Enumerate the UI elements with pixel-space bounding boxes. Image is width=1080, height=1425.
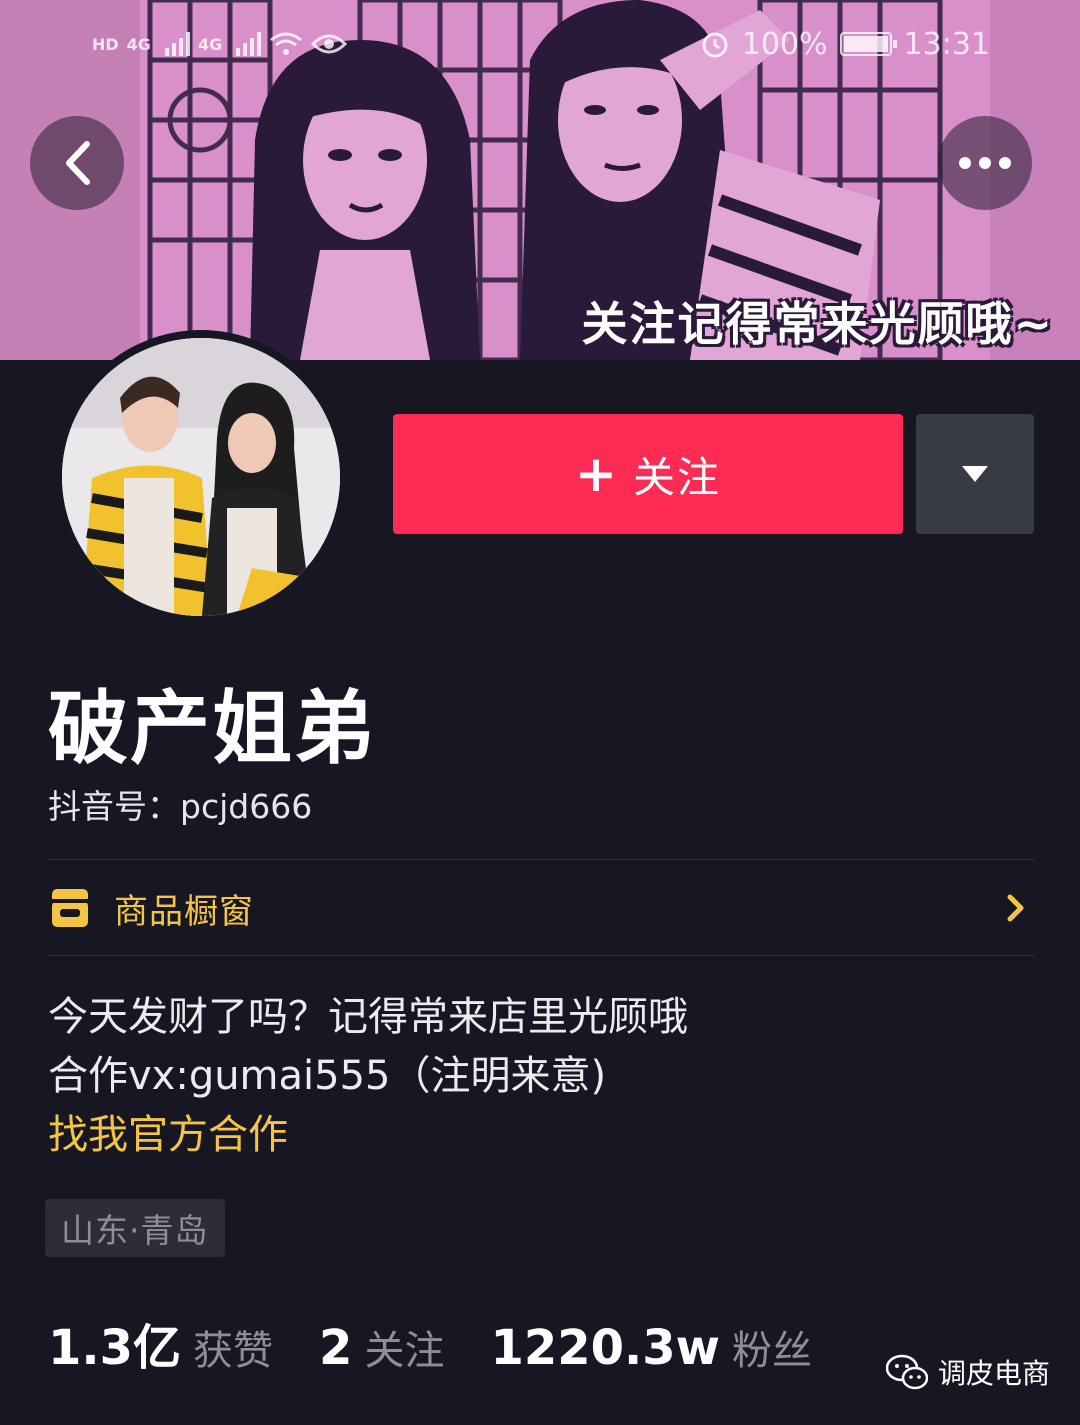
clock: 13:31 — [903, 26, 990, 62]
shop-window-row[interactable]: 商品橱窗 — [48, 860, 1034, 956]
divider-bottom — [48, 955, 1034, 956]
net1-indicator: 4G — [126, 34, 151, 54]
stat-value: 2 — [319, 1320, 353, 1376]
wechat-icon — [886, 1354, 928, 1390]
watermark: 调皮电商 — [886, 1352, 1050, 1392]
stat-label: 粉丝 — [732, 1328, 813, 1374]
stat-value: 1220.3w — [490, 1320, 721, 1376]
wifi-icon — [270, 32, 303, 55]
status-bar: HD 4G 4G 100% 13:31 — [0, 18, 1080, 70]
cover-banner: HD 4G 4G 100% 13:31 关注记得常来光顾哦~ — [0, 0, 1080, 360]
status-left: HD 4G 4G — [92, 31, 348, 57]
dropdown-triangle-icon — [962, 466, 988, 482]
stat-followers[interactable]: 1220.3w 粉丝 — [490, 1318, 812, 1376]
shop-icon — [48, 889, 92, 927]
follow-label: 关注 — [632, 452, 721, 502]
stat-label: 关注 — [364, 1328, 445, 1374]
follow-button[interactable]: + 关注 — [393, 414, 903, 534]
battery-percent: 100% — [741, 26, 828, 62]
bio: 今天发财了吗？记得常来店里光顾哦 合作vx:gumai555（注明来意) 找我官… — [48, 988, 688, 1165]
more-button[interactable] — [938, 116, 1032, 210]
plus-icon: + — [575, 445, 619, 503]
stat-value: 1.3亿 — [48, 1320, 182, 1376]
more-dots-icon — [959, 157, 1011, 169]
chevron-right-icon — [1007, 894, 1024, 922]
watermark-text: 调皮电商 — [938, 1357, 1051, 1390]
eye-icon — [311, 34, 348, 54]
hd1-indicator: HD — [92, 34, 119, 54]
signal-icon — [164, 32, 190, 56]
shop-label: 商品橱窗 — [114, 891, 254, 932]
bio-line-1: 今天发财了吗？记得常来店里光顾哦 — [48, 994, 688, 1040]
bio-line-2: 合作vx:gumai555（注明来意) — [48, 1053, 607, 1099]
alarm-icon — [702, 32, 728, 58]
avatar[interactable] — [54, 330, 348, 624]
avatar-image — [62, 338, 340, 616]
back-button[interactable] — [30, 116, 124, 210]
stat-label: 获赞 — [193, 1328, 274, 1374]
signal-icon-2 — [236, 32, 262, 56]
battery-icon — [839, 32, 897, 56]
stat-likes: 1.3亿 获赞 — [48, 1308, 273, 1378]
profile-name: 破产姐弟 — [48, 682, 376, 775]
status-right: 100% 13:31 — [700, 27, 990, 62]
cover-caption: 关注记得常来光顾哦~ — [581, 297, 1054, 351]
back-arrow-icon — [66, 141, 90, 185]
recommend-dropdown-button[interactable] — [916, 414, 1034, 534]
stat-following[interactable]: 2 关注 — [319, 1318, 444, 1376]
official-cooperation-link[interactable]: 找我官方合作 — [48, 1106, 688, 1165]
location-tag: 山东·青岛 — [45, 1199, 225, 1257]
stats-row: 1.3亿 获赞 2 关注 1220.3w 粉丝 — [48, 1308, 858, 1378]
account-id: 抖音号：pcjd666 — [48, 787, 313, 826]
net2-indicator: 4G — [197, 34, 223, 54]
